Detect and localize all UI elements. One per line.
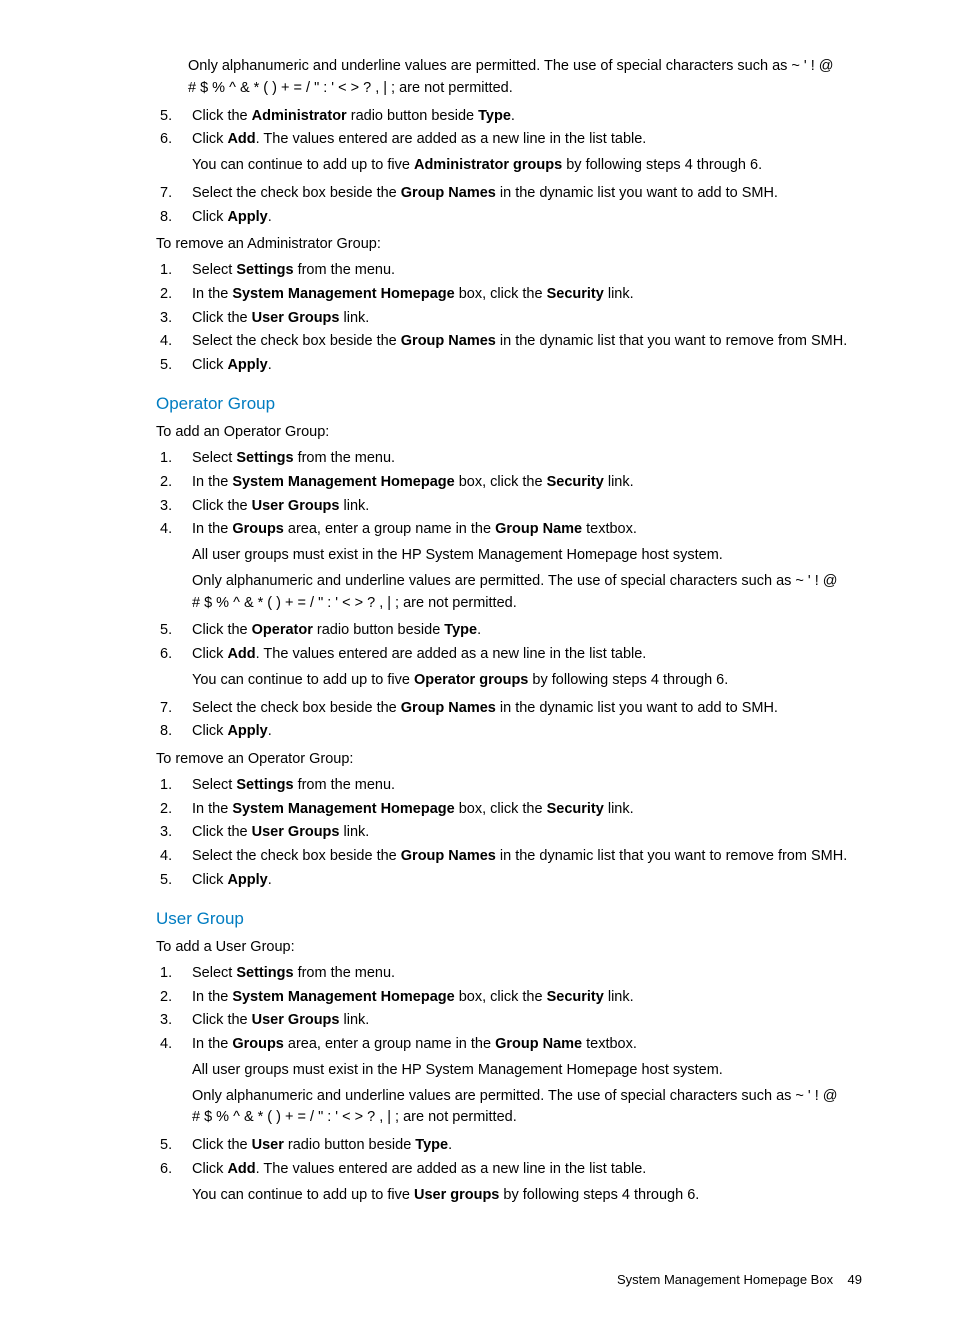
admin-add-step-6: 6.Click Add. The values entered are adde… [92, 129, 862, 181]
op-add-step-7: 7.Select the check box beside the Group … [92, 698, 862, 720]
admin-remove-step-2: 2.In the System Management Homepage box,… [92, 284, 862, 306]
op-remove-step-4: 4.Select the check box beside the Group … [92, 846, 862, 868]
admin-add-step-5: 5.Click the Administrator radio button b… [92, 106, 862, 128]
operator-group-heading: Operator Group [156, 391, 862, 417]
admin-remove-step-4: 4.Select the check box beside the Group … [92, 331, 862, 353]
user-add-step-2: 2.In the System Management Homepage box,… [92, 987, 862, 1009]
user-add-step-5: 5.Click the User radio button beside Typ… [92, 1135, 862, 1157]
note-line1: Only alphanumeric and underline values a… [188, 58, 834, 74]
admin-remove-step-5: 5.Click Apply. [92, 355, 862, 377]
admin-add-step-8: 8.Click Apply. [92, 207, 862, 229]
op-add-step-8: 8.Click Apply. [92, 721, 862, 743]
admin-remove-intro: To remove an Administrator Group: [156, 234, 862, 256]
operator-remove-steps: 1.Select Settings from the menu. 2.In th… [92, 775, 862, 892]
operator-add-steps: 1.Select Settings from the menu. 2.In th… [92, 448, 862, 743]
op-add-step-5: 5.Click the Operator radio button beside… [92, 620, 862, 642]
op-add-step-2: 2.In the System Management Homepage box,… [92, 472, 862, 494]
page-footer: System Management Homepage Box 49 [92, 1270, 862, 1290]
admin-remove-steps: 1.Select Settings from the menu. 2.In th… [92, 260, 862, 377]
admin-remove-step-3: 3.Click the User Groups link. [92, 308, 862, 330]
op-remove-step-1: 1.Select Settings from the menu. [92, 775, 862, 797]
user-add-step-1: 1.Select Settings from the menu. [92, 963, 862, 985]
note-line2: # $ % ^ & * ( ) + = / " : ' < > ? , | ; … [188, 80, 513, 96]
user-add-steps: 1.Select Settings from the menu. 2.In th… [92, 963, 862, 1211]
page-number: 49 [848, 1272, 862, 1287]
admin-remove-step-1: 1.Select Settings from the menu. [92, 260, 862, 282]
op-remove-step-2: 2.In the System Management Homepage box,… [92, 799, 862, 821]
user-add-step-3: 3.Click the User Groups link. [92, 1010, 862, 1032]
op-remove-step-5: 5.Click Apply. [92, 870, 862, 892]
op-add-step-1: 1.Select Settings from the menu. [92, 448, 862, 470]
operator-remove-intro: To remove an Operator Group: [156, 749, 862, 771]
op-add-step-4: 4.In the Groups area, enter a group name… [92, 519, 862, 618]
op-remove-step-3: 3.Click the User Groups link. [92, 822, 862, 844]
admin-add-steps: 5.Click the Administrator radio button b… [92, 106, 862, 229]
op-add-step-6: 6.Click Add. The values entered are adde… [92, 644, 862, 696]
note-special-chars: Only alphanumeric and underline values a… [188, 56, 862, 100]
op-add-step-3: 3.Click the User Groups link. [92, 496, 862, 518]
footer-text: System Management Homepage Box [617, 1272, 833, 1287]
user-add-intro: To add a User Group: [156, 937, 862, 959]
user-add-step-4: 4.In the Groups area, enter a group name… [92, 1034, 862, 1133]
user-add-step-6: 6.Click Add. The values entered are adde… [92, 1159, 862, 1211]
user-group-heading: User Group [156, 906, 862, 932]
admin-add-step-7: 7.Select the check box beside the Group … [92, 183, 862, 205]
operator-add-intro: To add an Operator Group: [156, 422, 862, 444]
